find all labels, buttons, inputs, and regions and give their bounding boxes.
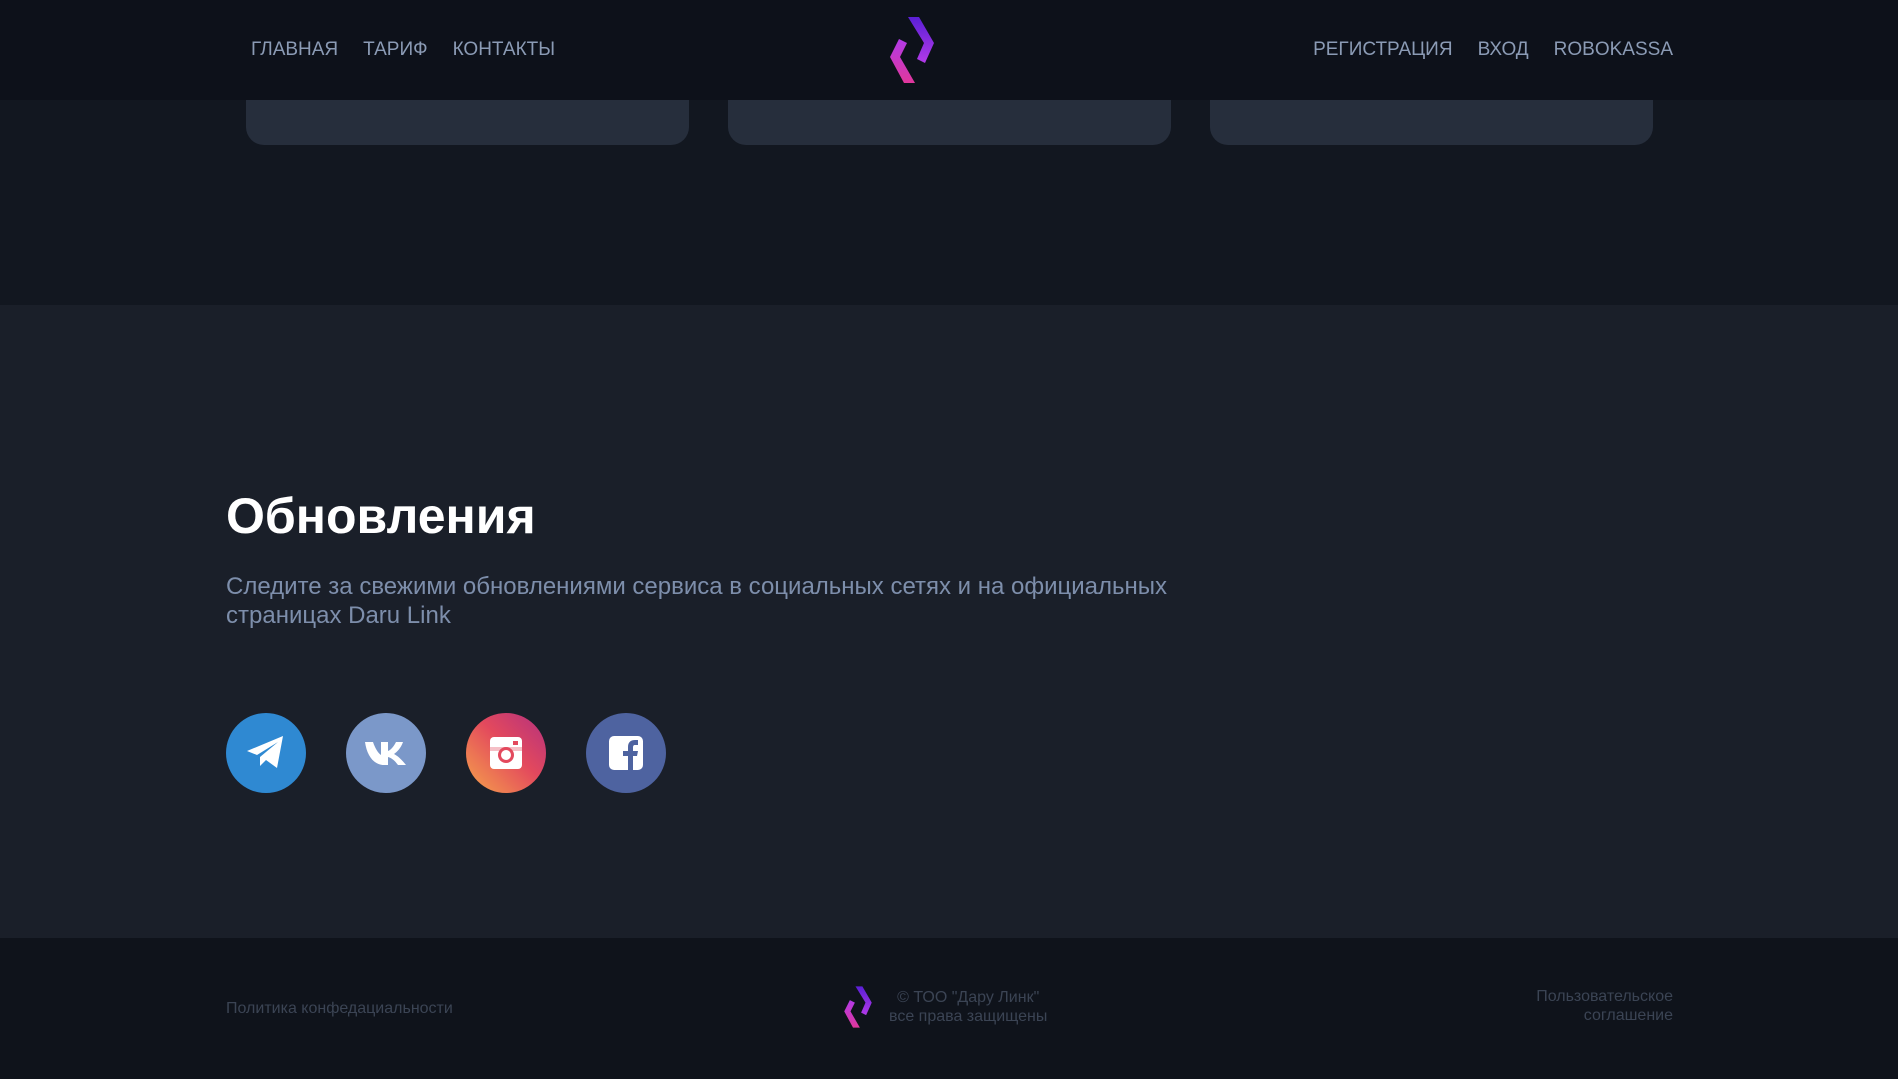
updates-description-line: страницах Daru Link: [226, 602, 451, 629]
telegram-button[interactable]: [226, 713, 306, 793]
vk-icon: [365, 742, 406, 765]
telegram-icon: [247, 736, 283, 768]
instagram-icon: [490, 737, 522, 769]
footer-copyright-block: © ТОО "Дару Линк" все права защищены: [843, 985, 1047, 1029]
updates-description-line: Следите за свежими обновлениями сервиса …: [226, 573, 1168, 600]
site-footer: Политика конфедациальности © ТОО "Дару Л…: [0, 938, 1898, 1079]
privacy-policy-link[interactable]: Политика конфедациальности: [226, 938, 453, 1079]
copyright-line: все права защищены: [889, 1008, 1048, 1025]
nav-register-link[interactable]: РЕГИСТРАЦИЯ: [1313, 39, 1453, 61]
instagram-button[interactable]: [466, 713, 546, 793]
user-agreement-line: Пользовательское: [1536, 988, 1673, 1005]
vk-button[interactable]: [346, 713, 426, 793]
nav-login-link[interactable]: ВХОД: [1478, 39, 1529, 61]
updates-description: Следите за свежими обновлениями сервиса …: [226, 572, 1246, 630]
user-agreement-line: соглашение: [1583, 1007, 1673, 1024]
copyright-line: © ТОО "Дару Линк": [897, 989, 1040, 1006]
nav-contacts-link[interactable]: КОНТАКТЫ: [453, 39, 556, 61]
facebook-icon: [609, 736, 643, 770]
updates-section: Обновления Следите за свежими обновления…: [0, 305, 1898, 938]
daru-link-logo-icon: [843, 985, 873, 1029]
social-links: [226, 713, 706, 793]
main-nav: ГЛАВНАЯ ТАРИФ КОНТАКТЫ: [251, 0, 580, 100]
facebook-button[interactable]: [586, 713, 666, 793]
site-header: ГЛАВНАЯ ТАРИФ КОНТАКТЫ РЕГИСТРАЦИЯ ВХОД …: [0, 0, 1898, 100]
nav-home-link[interactable]: ГЛАВНАЯ: [251, 39, 338, 61]
updates-title: Обновления: [226, 488, 536, 544]
nav-robokassa-link[interactable]: ROBOKASSA: [1554, 39, 1673, 61]
copyright-text: © ТОО "Дару Линк" все права защищены: [889, 988, 1047, 1026]
user-agreement-link[interactable]: Пользовательское соглашение: [1536, 987, 1673, 1025]
nav-tariff-link[interactable]: ТАРИФ: [363, 39, 427, 61]
account-nav: РЕГИСТРАЦИЯ ВХОД ROBOKASSA: [1288, 0, 1673, 100]
daru-link-logo-icon[interactable]: [888, 15, 936, 85]
